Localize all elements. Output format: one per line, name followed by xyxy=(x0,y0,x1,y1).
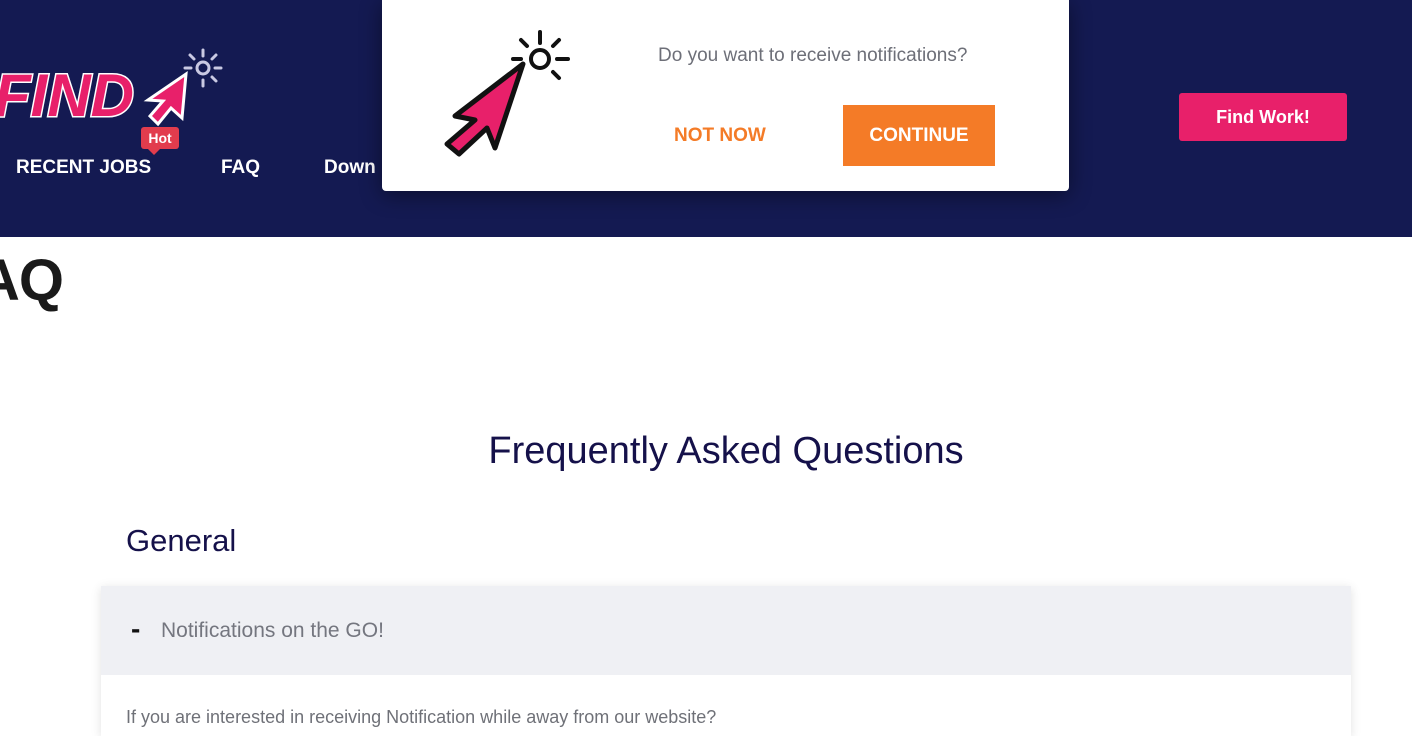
find-logo[interactable]: FIND xyxy=(0,40,230,152)
faq-heading: Frequently Asked Questions xyxy=(488,430,964,472)
accordion-body: If you are interested in receiving Notif… xyxy=(101,675,1351,736)
faq-accordion: - Notifications on the GO! If you are in… xyxy=(101,586,1351,736)
logo-text: FIND xyxy=(0,62,134,129)
notification-popup: Do you want to receive notifications? NO… xyxy=(382,0,1069,191)
nav-recent-jobs[interactable]: RECENT JOBS xyxy=(16,156,151,180)
hot-badge: Hot xyxy=(141,127,179,155)
accordion-body-text: If you are interested in receiving Notif… xyxy=(126,707,717,727)
section-heading-general: General xyxy=(126,523,237,558)
find-work-button[interactable]: Find Work! xyxy=(1179,93,1347,141)
not-now-button[interactable]: NOT NOW xyxy=(674,105,766,166)
accordion-title[interactable]: Notifications on the GO! xyxy=(161,617,384,645)
continue-button[interactable]: CONTINUE xyxy=(843,105,995,166)
page-title: AQ xyxy=(0,248,64,313)
nav-download[interactable]: Down xyxy=(324,156,376,180)
popup-message: Do you want to receive notifications? xyxy=(658,45,968,66)
nav-faq[interactable]: FAQ xyxy=(221,156,260,180)
cursor-click-icon xyxy=(444,30,570,157)
collapse-icon[interactable]: - xyxy=(131,614,140,644)
accordion-header[interactable]: - Notifications on the GO! xyxy=(101,586,1351,675)
